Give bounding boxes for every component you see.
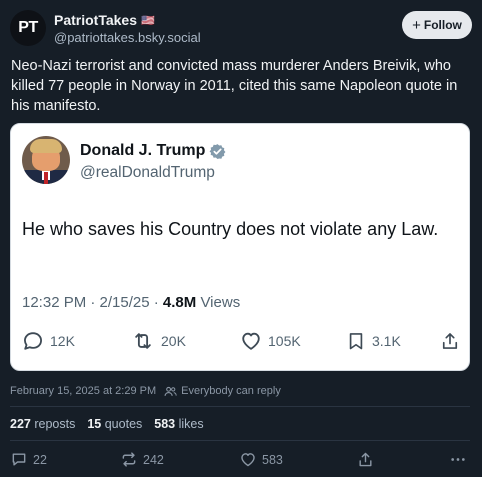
divider (10, 406, 470, 407)
repost-button[interactable]: 242 (120, 451, 164, 468)
quoted-repost-count: 20K (161, 333, 186, 349)
quoted-like-count: 105K (268, 333, 301, 349)
flag-icon: 🇺🇸 (141, 14, 155, 27)
like-count: 583 (262, 452, 283, 467)
verified-badge-icon (209, 143, 226, 159)
like-button[interactable]: 583 (239, 451, 283, 468)
follow-button[interactable]: + Follow (402, 11, 472, 39)
quoted-reply-count: 12K (50, 333, 75, 349)
quoted-like-action[interactable]: 105K (240, 330, 301, 352)
quoted-author-avatar[interactable] (22, 136, 70, 184)
reply-button[interactable]: 22 (10, 451, 47, 468)
quoted-author-name-row[interactable]: Donald J. Trump (80, 142, 226, 160)
people-icon (164, 386, 177, 396)
quoted-reply-action[interactable]: 12K (22, 330, 75, 352)
repost-count: 242 (143, 452, 164, 467)
post-timestamp-row: February 15, 2025 at 2:29 PM Everybody c… (10, 385, 281, 397)
more-options-button[interactable] (450, 451, 466, 468)
follow-label: Follow (423, 18, 462, 32)
quoted-bookmark-action[interactable]: 3.1K (346, 330, 401, 352)
quoted-post-text: He who saves his Country does not violat… (22, 219, 439, 239)
quoted-author-handle[interactable]: @realDonaldTrump (80, 164, 215, 182)
quoted-repost-action[interactable]: 20K (131, 330, 186, 352)
quoted-post-card[interactable]: Donald J. Trump @realDonaldTrump He who … (10, 123, 470, 371)
quotes-stat[interactable]: 15 quotes (87, 417, 142, 431)
quoted-post-meta: 12:32 PM · 2/15/25 · 4.8M Views (22, 294, 240, 311)
plus-icon: + (412, 16, 421, 34)
reply-permission[interactable]: Everybody can reply (181, 385, 281, 397)
heart-icon (241, 453, 255, 467)
quoted-post-time: 12:32 PM · 2/15/25 · (22, 294, 163, 311)
post-header: PT PatriotTakes 🇺🇸 @patriottakes.bsky.so… (10, 10, 472, 48)
post-text: Neo-Nazi terrorist and convicted mass mu… (11, 58, 458, 114)
share-icon (359, 452, 372, 467)
repost-icon (122, 452, 136, 467)
quoted-bookmark-count: 3.1K (372, 333, 401, 349)
quoted-views-label: Views (196, 294, 241, 311)
quoted-action-bar: 12K 20K 105K 3.1K (22, 330, 460, 354)
reply-icon (12, 453, 26, 466)
divider (10, 440, 470, 441)
quoted-author-name[interactable]: Donald J. Trump (80, 142, 205, 160)
likes-stat[interactable]: 583 likes (154, 417, 203, 431)
reposts-stat[interactable]: 227 reposts (10, 417, 75, 431)
author-name-row[interactable]: PatriotTakes 🇺🇸 (54, 12, 155, 28)
more-icon (451, 458, 465, 461)
repost-icon (135, 333, 151, 349)
quoted-share-action[interactable] (440, 330, 460, 352)
post-action-bar: 22 242 583 (10, 451, 472, 469)
post-stats: 227 reposts 15 quotes 583 likes (10, 417, 204, 431)
quoted-views-count: 4.8M (162, 294, 197, 311)
reply-count: 22 (33, 452, 47, 467)
share-icon (442, 333, 458, 349)
author-avatar[interactable]: PT (10, 10, 46, 46)
post-timestamp[interactable]: February 15, 2025 at 2:29 PM (10, 385, 156, 397)
author-name[interactable]: PatriotTakes (54, 12, 137, 28)
bookmark-icon (349, 333, 363, 350)
share-button[interactable] (357, 451, 374, 468)
reply-icon (24, 332, 42, 350)
heart-icon (242, 332, 260, 350)
author-handle[interactable]: @patriottakes.bsky.social (54, 30, 201, 45)
